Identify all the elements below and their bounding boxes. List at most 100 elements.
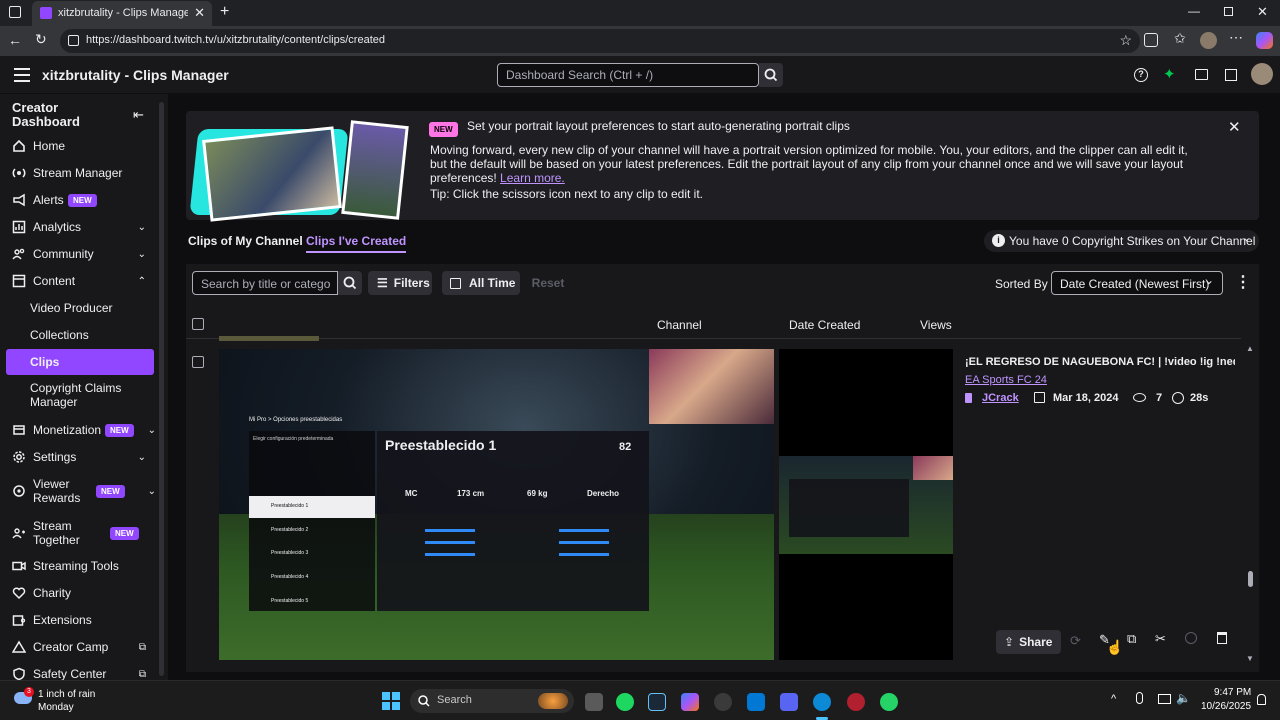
dashboard-search-input[interactable]: Dashboard Search (Ctrl + /) [497, 63, 759, 87]
tab-clips-ive-created[interactable]: Clips I've Created [306, 234, 407, 253]
clock-date[interactable]: 10/26/2025 [1201, 701, 1251, 712]
edge-icon[interactable] [813, 693, 831, 711]
spotify-icon[interactable] [616, 693, 634, 711]
close-tab-icon[interactable]: ✕ [194, 5, 205, 21]
scissors-icon[interactable]: ✂ [1155, 631, 1166, 647]
select-all-checkbox[interactable] [192, 318, 204, 330]
clock-time[interactable]: 9:47 PM [1214, 687, 1251, 698]
tab-clips-of-my-channel[interactable]: Clips of My Channel [188, 234, 303, 248]
url-field[interactable]: https://dashboard.twitch.tv/u/xitzbrutal… [60, 29, 1140, 53]
app-icon[interactable] [847, 693, 865, 711]
rewards-icon [13, 485, 25, 497]
sidebar-item-video-producer[interactable]: Video Producer [0, 295, 158, 321]
collapse-sidebar-icon[interactable]: ⇤ [133, 107, 144, 123]
favorites-icon[interactable]: ✩ [1174, 30, 1186, 47]
close-window-icon[interactable]: ✕ [1257, 4, 1268, 20]
discord-icon[interactable] [780, 693, 798, 711]
copilot-icon[interactable] [1256, 32, 1273, 49]
inbox-icon[interactable] [1195, 69, 1208, 80]
help-icon[interactable]: ? [1134, 68, 1148, 82]
back-icon[interactable]: ← [8, 32, 22, 48]
more-options-icon[interactable]: ⋮ [1235, 272, 1251, 292]
sidebar-item-community[interactable]: Community ⌄ [0, 241, 158, 267]
sidebar-item-stream-together[interactable]: Stream Together NEW [0, 517, 158, 549]
favorite-star-icon[interactable]: ☆ [1119, 32, 1132, 49]
minimize-icon[interactable]: — [1188, 4, 1200, 18]
chrome-icon[interactable] [714, 693, 732, 711]
copilot-app-icon[interactable] [681, 693, 699, 711]
restore-icon[interactable] [1224, 7, 1233, 16]
sidebar-item-charity[interactable]: Charity [0, 580, 158, 606]
sidebar-item-stream-manager[interactable]: Stream Manager [0, 160, 158, 186]
dashboard-search-button[interactable] [759, 63, 783, 87]
share-button[interactable]: ⇪ Share [996, 630, 1061, 654]
sidebar-item-copyright-claims[interactable]: Copyright Claims Manager [0, 379, 158, 411]
tray-overflow-icon[interactable]: ^ [1111, 693, 1116, 705]
sidebar-item-analytics[interactable]: Analytics ⌄ [0, 214, 158, 240]
start-button[interactable] [382, 692, 400, 710]
sidebar-item-clips[interactable]: Clips [6, 349, 154, 375]
volume-icon[interactable]: 🔈 [1176, 691, 1191, 705]
store-icon[interactable] [747, 693, 765, 711]
all-time-button[interactable]: All Time [442, 271, 520, 295]
close-banner-icon[interactable]: ✕ [1228, 118, 1241, 136]
sort-dropdown[interactable]: Date Created (Newest First) ⌄ [1051, 271, 1223, 295]
column-header-channel[interactable]: Channel [657, 318, 702, 332]
taskbar-search-box[interactable]: Search [410, 689, 574, 713]
hamburger-menu-icon[interactable] [14, 68, 30, 82]
portrait-preview[interactable] [779, 349, 953, 660]
clip-title[interactable]: ¡EL REGRESO DE NAGUEBONA FC! | !video !i… [965, 356, 1235, 368]
network-icon[interactable] [1158, 694, 1171, 704]
site-info-icon[interactable] [68, 35, 79, 46]
sidebar-item-safety-center[interactable]: Safety Center ⧉ [0, 661, 158, 680]
clip-category-link[interactable]: EA Sports FC 24 [965, 374, 1047, 386]
sidebar-heading: Creator Dashboard [12, 100, 80, 129]
sidebar-item-extensions[interactable]: Extensions [0, 607, 158, 633]
new-tab-icon[interactable]: + [220, 3, 229, 21]
sidebar-item-monetization[interactable]: Monetization NEW ⌄ [0, 417, 158, 443]
learn-more-link[interactable]: Learn more. [500, 171, 565, 185]
sidebar-item-creator-camp[interactable]: Creator Camp ⧉ [0, 634, 158, 660]
sparkle-icon[interactable]: ✦ [1163, 65, 1176, 83]
task-view-icon[interactable] [585, 693, 603, 711]
clip-thumbnail[interactable]: Mi Pro > Opciones preestablecidas Elegir… [219, 349, 774, 660]
weather-line2: Monday [38, 702, 74, 713]
column-header-date[interactable]: Date Created [789, 318, 860, 332]
notification-bell-icon[interactable] [1257, 694, 1266, 705]
sidebar-item-collections[interactable]: Collections [0, 322, 158, 348]
copyright-strikes-dropdown[interactable]: i You have 0 Copyright Strikes on Your C… [984, 230, 1259, 252]
chevron-down-icon: ⌄ [137, 221, 146, 233]
clip-channel-link[interactable]: JCrack [982, 392, 1019, 404]
column-header-views[interactable]: Views [920, 318, 952, 332]
open-external-icon[interactable]: ⧉ [1127, 631, 1136, 647]
banner-illustration [189, 115, 419, 222]
add-icon[interactable] [1185, 632, 1197, 644]
window-menu-icon[interactable] [9, 6, 21, 18]
sidebar-item-alerts[interactable]: Alerts NEW [0, 187, 158, 213]
delete-icon[interactable] [1217, 632, 1227, 644]
sidebar-item-settings[interactable]: Settings ⌄ [0, 444, 158, 470]
microphone-icon[interactable] [1136, 692, 1143, 704]
profile-avatar[interactable] [1200, 32, 1217, 49]
user-avatar[interactable] [1251, 63, 1273, 85]
sidebar-item-streaming-tools[interactable]: Streaming Tools [0, 553, 158, 579]
sidebar-scrollbar[interactable] [159, 102, 164, 676]
steam-icon[interactable] [648, 693, 666, 711]
weather-widget[interactable]: 3 1 inch of rain Monday [12, 687, 132, 715]
extensions-icon[interactable] [1144, 33, 1158, 47]
sidebar-item-viewer-rewards[interactable]: Viewer Rewards NEW ⌄ [0, 475, 158, 507]
sidebar-item-content[interactable]: Content ⌃ [0, 268, 158, 294]
more-options-icon[interactable]: ⋯ [1229, 29, 1243, 46]
browser-tab[interactable]: xitzbrutality - Clips Manager - Tw ✕ [32, 1, 212, 26]
whatsapp-icon[interactable] [880, 693, 898, 711]
clip-search-input[interactable]: Search by title or category [192, 271, 338, 295]
filters-button[interactable]: ☰ Filters [368, 271, 432, 295]
clip-row-checkbox[interactable] [192, 356, 204, 368]
table-scrollbar[interactable]: ▲ ▼ [1246, 344, 1254, 664]
clip-search-button[interactable] [338, 271, 362, 295]
refresh-icon[interactable]: ↻ [35, 31, 47, 48]
portrait-edit-icon[interactable]: ⟳ [1070, 633, 1081, 649]
whispers-icon[interactable] [1225, 69, 1237, 81]
reset-button[interactable]: Reset [526, 271, 570, 295]
sidebar-item-home[interactable]: Home [0, 133, 158, 159]
